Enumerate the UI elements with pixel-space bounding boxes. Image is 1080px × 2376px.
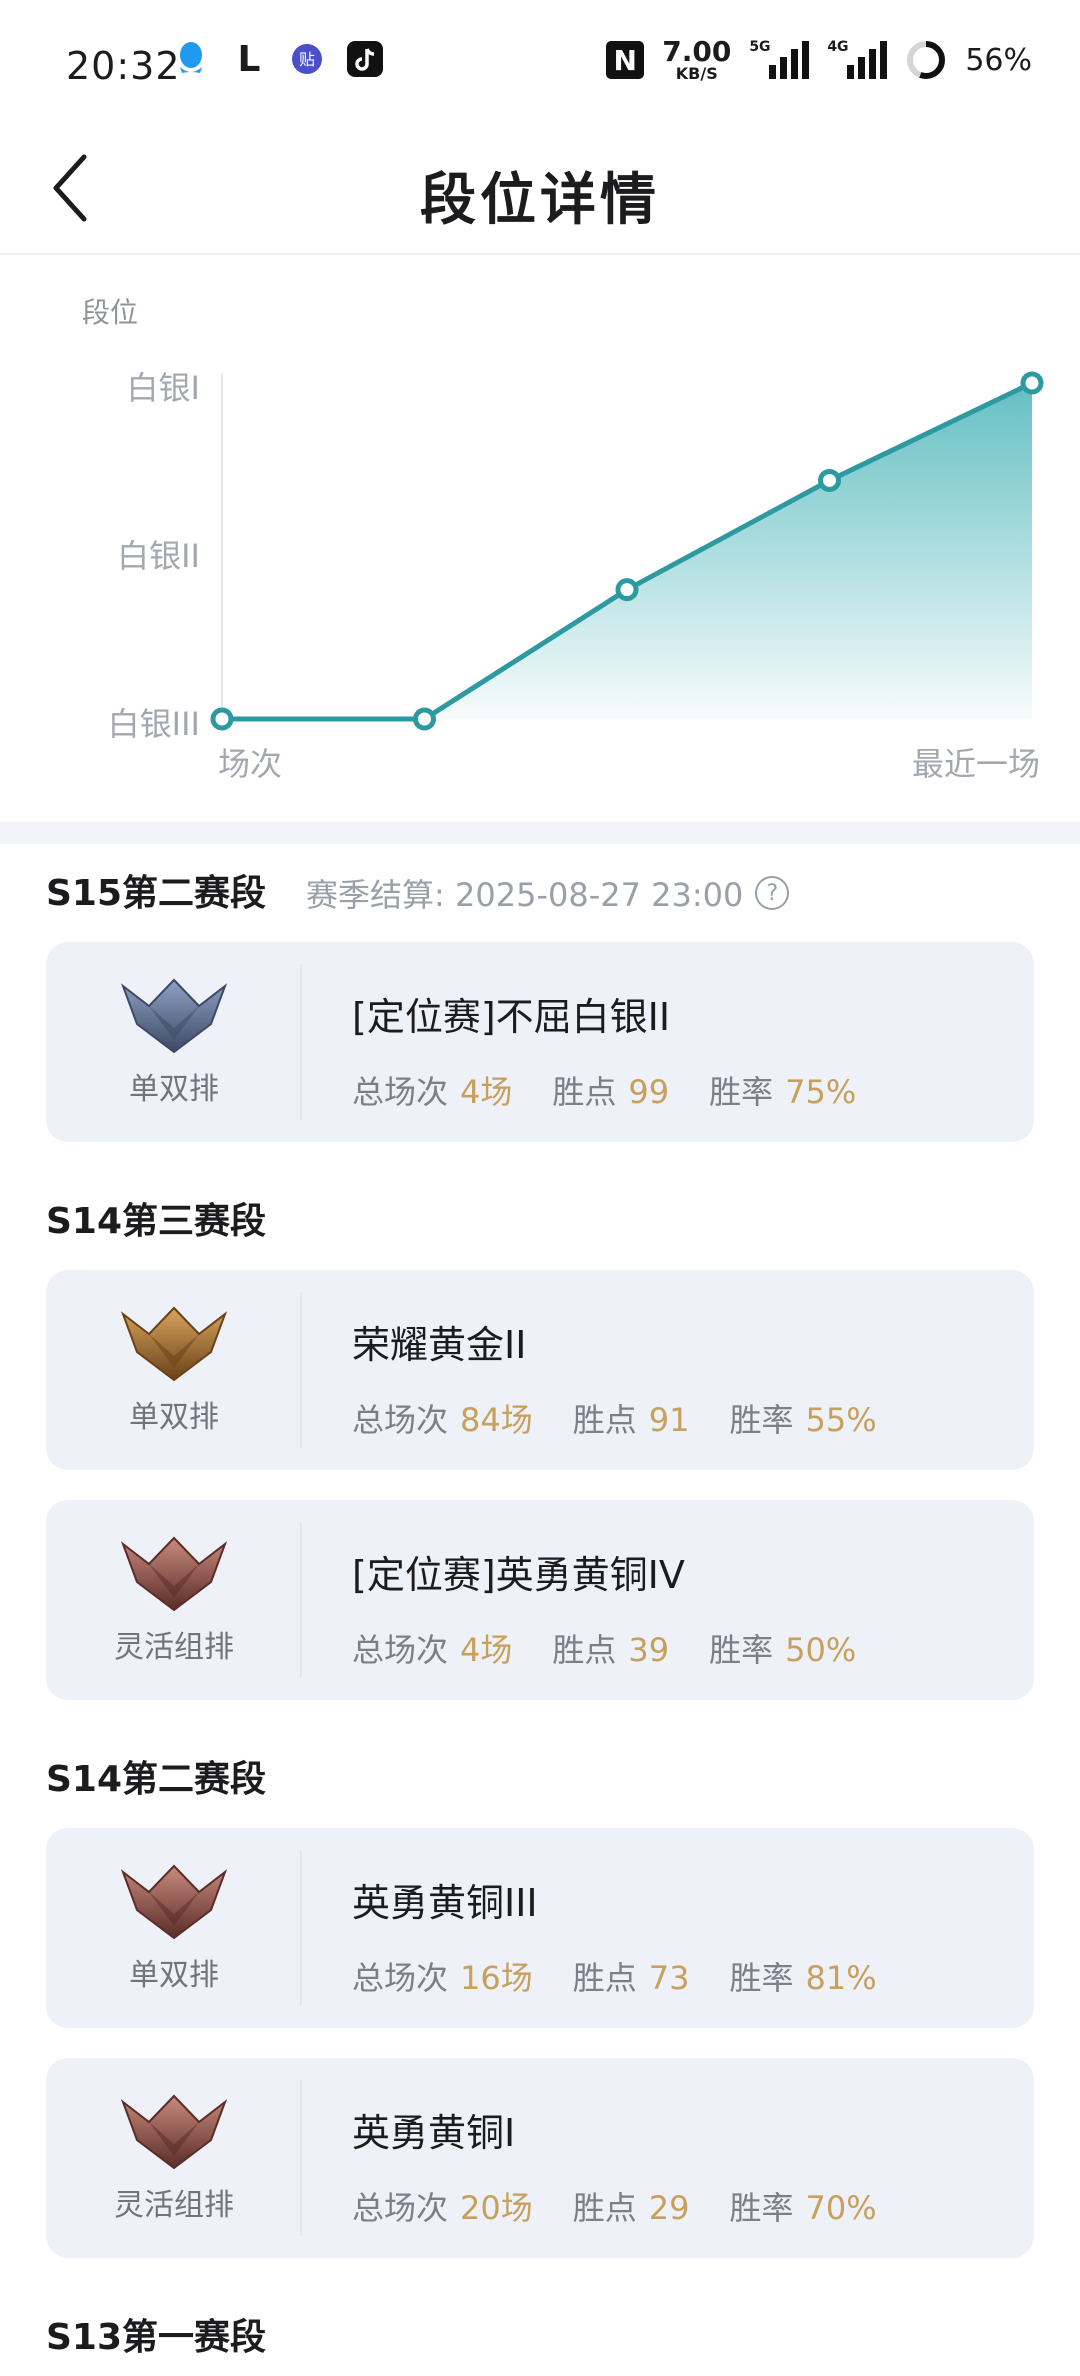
rank-name: [定位赛]英勇黄铜IV [352, 1553, 685, 1597]
season-title: S14第三赛段 [46, 1201, 267, 1242]
nav-bar: 段位详情 [0, 120, 1080, 255]
silver-rank-emblem-icon [120, 978, 228, 1054]
card-divider [300, 1522, 302, 1678]
data-point [413, 707, 436, 731]
bronze-rank-emblem-icon [120, 2094, 228, 2170]
season-title: S15第二赛段 [46, 873, 267, 914]
y-tick-label: 白银II [117, 537, 200, 575]
rank-stats: 总场次 20场 胜点 29 胜率 70% [352, 2183, 1014, 2229]
card-divider [300, 1292, 302, 1448]
status-bar: 20:32 L 贴 N 7.00 KB/S 5G 4G 56% [0, 0, 1080, 120]
rank-name: 英勇黄铜III [352, 1881, 538, 1925]
stat-points: 胜点 73 [572, 1959, 690, 1997]
queue-mode: 灵活组排 [114, 2188, 234, 2223]
season-header: S14第三赛段 [0, 1172, 1080, 1270]
tieba-icon: 贴 [288, 40, 326, 78]
card-divider [300, 964, 302, 1120]
card-body: 荣耀黄金II 总场次 84场 胜点 91 胜率 55% [352, 1314, 1014, 1441]
card-divider [300, 1850, 302, 2006]
card-body: 英勇黄铜I 总场次 20场 胜点 29 胜率 70% [352, 2102, 1014, 2229]
card-body: 英勇黄铜III 总场次 16场 胜点 73 胜率 81% [352, 1872, 1014, 1999]
stat-games: 总场次 4场 [352, 1073, 513, 1111]
rank-name: 英勇黄铜I [352, 2111, 516, 2155]
data-point [1020, 371, 1044, 395]
rank-badge: 灵活组排 [46, 2058, 302, 2258]
bronze-rank-emblem-icon [120, 1864, 228, 1940]
season-header: S15第二赛段 赛季结算: 2025-08-27 23:00? [0, 844, 1080, 942]
rank-name: 荣耀黄金II [352, 1323, 527, 1367]
page-title: 段位详情 [420, 167, 660, 233]
x-tick-label-start: 场次 [218, 745, 283, 783]
rank-card[interactable]: 灵活组排 [定位赛]英勇黄铜IV 总场次 4场 胜点 39 胜率 50% [46, 1500, 1034, 1700]
trend-area [222, 383, 1032, 719]
season-header: S13第一赛段 [0, 2288, 1080, 2376]
stat-points: 胜点 39 [552, 1631, 670, 1669]
section-divider [0, 822, 1080, 844]
stat-games: 总场次 20场 [352, 2189, 533, 2227]
stat-winrate: 胜率 70% [729, 2189, 877, 2227]
notification-icons: L 贴 [172, 38, 384, 80]
queue-mode: 灵活组排 [114, 1630, 234, 1665]
card-body: [定位赛]不屈白银II 总场次 4场 胜点 99 胜率 75% [352, 986, 1014, 1113]
rank-card[interactable]: 单双排 荣耀黄金II 总场次 84场 胜点 91 胜率 55% [46, 1270, 1034, 1470]
net-speed: 7.00 KB/S [662, 35, 732, 83]
stat-games: 总场次 4场 [352, 1631, 513, 1669]
svg-text:贴: 贴 [299, 50, 315, 69]
stat-winrate: 胜率 81% [729, 1959, 877, 1997]
y-tick-label: 白银III [107, 705, 200, 743]
rank-card[interactable]: 单双排 英勇黄铜III 总场次 16场 胜点 73 胜率 81% [46, 1828, 1034, 2028]
rank-stats: 总场次 16场 胜点 73 胜率 81% [352, 1953, 1014, 1999]
queue-mode: 单双排 [129, 1400, 219, 1435]
settlement-text: 赛季结算: 2025-08-27 23:00 [306, 876, 744, 914]
help-icon[interactable]: ? [755, 876, 790, 910]
season-title: S13第一赛段 [46, 2317, 267, 2358]
rank-name: [定位赛]不屈白银II [352, 995, 671, 1039]
x-tick-label-end: 最近一场 [911, 745, 1040, 783]
stat-points: 胜点 99 [552, 1073, 670, 1111]
stat-games: 总场次 16场 [352, 1959, 533, 1997]
rank-badge: 灵活组排 [46, 1500, 302, 1700]
queue-mode: 单双排 [129, 1958, 219, 1993]
data-point [615, 578, 639, 602]
card-body: [定位赛]英勇黄铜IV 总场次 4场 胜点 39 胜率 50% [352, 1544, 1014, 1671]
rank-badge: 单双排 [46, 1270, 302, 1470]
season-settlement: 赛季结算: 2025-08-27 23:00? [306, 870, 790, 916]
status-right: N 7.00 KB/S 5G 4G 56% [606, 38, 1032, 82]
data-point [210, 707, 234, 731]
bronze-rank-emblem-icon [120, 1536, 228, 1612]
stat-winrate: 胜率 55% [729, 1401, 877, 1439]
rank-stats: 总场次 4场 胜点 39 胜率 50% [352, 1625, 1014, 1671]
y-tick-label: 白银I [126, 369, 200, 407]
rank-stats: 总场次 84场 胜点 91 胜率 55% [352, 1395, 1014, 1441]
tiktok-icon [346, 40, 384, 78]
battery-level: 56% [965, 42, 1032, 78]
rank-card[interactable]: 灵活组排 英勇黄铜I 总场次 20场 胜点 29 胜率 70% [46, 2058, 1034, 2258]
stat-points: 胜点 29 [572, 2189, 690, 2227]
battery-icon [907, 41, 946, 79]
rank-stats: 总场次 4场 胜点 99 胜率 75% [352, 1067, 1014, 1113]
stat-points: 胜点 91 [572, 1401, 690, 1439]
data-point [818, 468, 841, 492]
signal-4g-icon: 4G [827, 39, 888, 79]
season-list: S15第二赛段 赛季结算: 2025-08-27 23:00? 单双排 [定位赛]不屈… [0, 844, 1080, 2376]
rank-badge: 单双排 [46, 1828, 302, 2028]
status-time: 20:32 [66, 44, 181, 88]
rank-trend-chart: 段位 白银I 白银II 白银III 场次 最近一场 [0, 257, 1080, 822]
season-title: S14第二赛段 [46, 1759, 267, 1800]
stat-winrate: 胜率 50% [709, 1631, 857, 1669]
gold-rank-emblem-icon [120, 1306, 228, 1382]
qq-icon [172, 40, 210, 78]
stat-winrate: 胜率 75% [709, 1073, 857, 1111]
stat-games: 总场次 84场 [352, 1401, 533, 1439]
signal-5g-icon: 5G [749, 39, 810, 79]
rank-badge: 单双排 [46, 942, 302, 1142]
l-app-icon: L [237, 38, 261, 80]
queue-mode: 单双排 [129, 1072, 219, 1107]
season-header: S14第二赛段 [0, 1730, 1080, 1828]
rank-card[interactable]: 单双排 [定位赛]不屈白银II 总场次 4场 胜点 99 胜率 75% [46, 942, 1034, 1142]
card-divider [300, 2080, 302, 2236]
nfc-icon: N [606, 41, 645, 79]
